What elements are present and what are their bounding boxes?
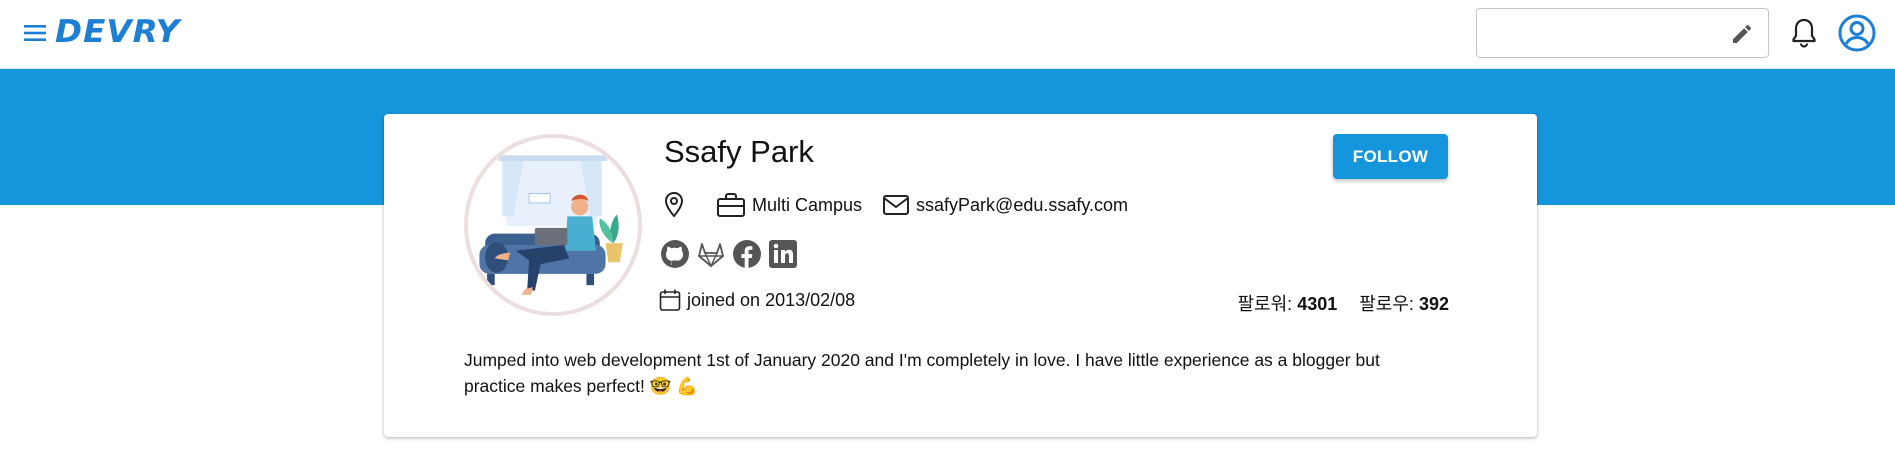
top-app-bar: DEVRY (0, 0, 1895, 69)
avatar-illustration (468, 138, 638, 312)
search-field[interactable] (1476, 8, 1769, 58)
following-count: 392 (1418, 294, 1449, 314)
email-text[interactable]: ssafyPark@edu.ssafy.com (916, 195, 1128, 216)
app-logo[interactable]: DEVRY (55, 14, 180, 50)
profile-info-row: Multi Campus ssafyPark@edu.ssafy.com (662, 188, 1148, 222)
followers-stat[interactable]: 팔로워: 4301 (1238, 290, 1338, 316)
follow-stats: 팔로워: 4301 팔로우: 392 (1238, 290, 1450, 316)
joined-text: joined on 2013/02/08 (687, 289, 856, 310)
profile-card: Ssafy Park FOLLOW Multi Campus ssafyPark… (384, 114, 1537, 437)
search-input[interactable] (1487, 19, 1717, 47)
location-pin-icon (664, 191, 684, 218)
social-links (660, 238, 798, 270)
company-item: Multi Campus (716, 192, 862, 218)
account-circle-icon[interactable] (1838, 14, 1876, 52)
pencil-icon[interactable] (1730, 22, 1754, 46)
gitlab-icon[interactable] (696, 239, 726, 269)
mail-icon (883, 195, 910, 215)
followers-label: 팔로워: (1237, 294, 1293, 314)
menu-icon[interactable] (22, 22, 48, 44)
following-stat[interactable]: 팔로우: 392 (1359, 290, 1449, 316)
profile-bio: Jumped into web development 1st of Janua… (464, 350, 1380, 396)
follow-button[interactable]: FOLLOW (1333, 134, 1448, 179)
bell-icon[interactable] (1790, 17, 1818, 49)
followers-count: 4301 (1297, 294, 1338, 314)
avatar (464, 134, 642, 316)
company-text: Multi Campus (752, 194, 863, 215)
following-label: 팔로우: (1359, 294, 1414, 314)
profile-name: Ssafy Park (664, 134, 814, 169)
linkedin-icon[interactable] (768, 239, 798, 269)
location-item (662, 191, 692, 219)
joined-date: joined on 2013/02/08 (659, 288, 855, 312)
email-item: ssafyPark@edu.ssafy.com (882, 193, 1128, 217)
briefcase-icon (717, 193, 745, 217)
github-icon[interactable] (660, 239, 690, 269)
calendar-icon (659, 289, 681, 311)
facebook-icon[interactable] (732, 239, 762, 269)
